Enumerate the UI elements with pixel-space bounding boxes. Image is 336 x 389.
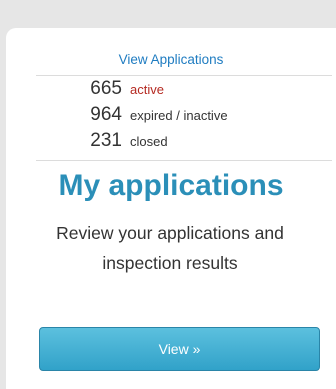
applications-card: View Applications 665 active 964 expired… [6,28,336,389]
active-count: 665 [90,78,122,99]
active-label: active [130,82,164,97]
stat-row-expired: 964 expired / inactive [74,104,228,130]
view-button[interactable]: View » [39,327,320,371]
closed-label: closed [130,134,168,149]
divider-bottom [36,160,332,161]
view-applications-link[interactable]: View Applications [6,52,336,68]
card-title: My applications [58,169,284,202]
card-description: Review your applications and inspection … [56,223,284,273]
stat-row-closed: 231 closed [74,130,228,156]
stat-row-active: 665 active [74,78,228,104]
expired-count: 964 [90,104,122,125]
expired-label: expired / inactive [130,108,228,123]
divider-top [36,75,332,76]
page: View Applications 665 active 964 expired… [0,0,336,389]
application-stats: 665 active 964 expired / inactive 231 cl… [74,78,228,156]
closed-count: 231 [90,130,122,151]
